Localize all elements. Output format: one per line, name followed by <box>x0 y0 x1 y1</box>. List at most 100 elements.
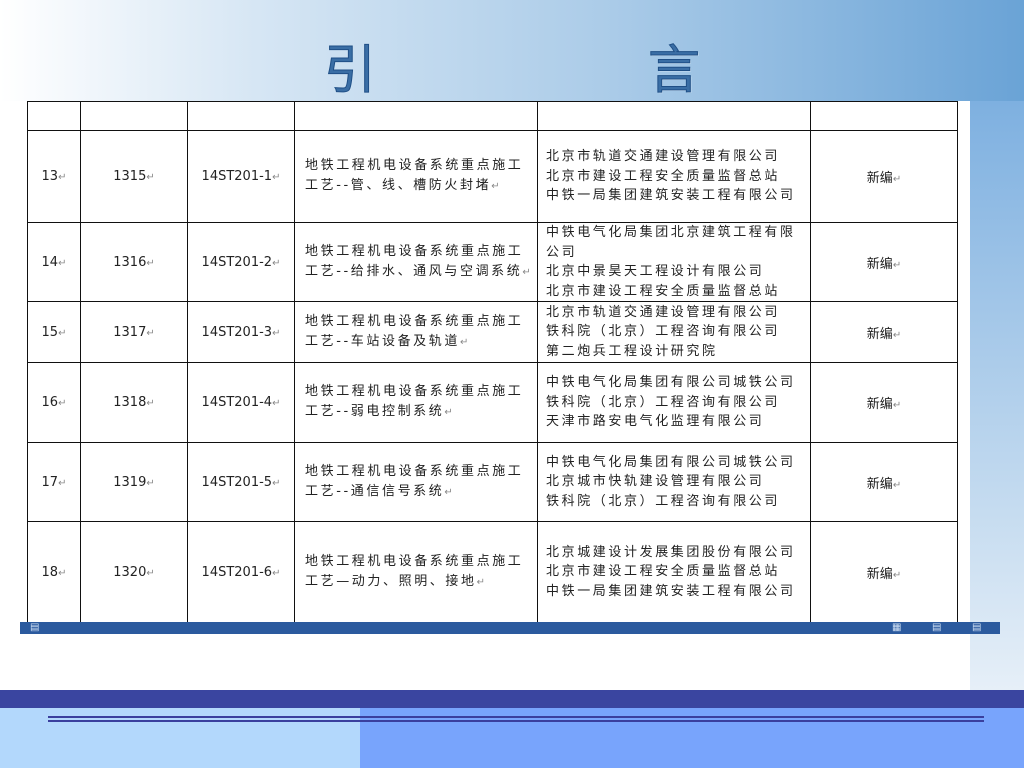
paragraph-mark-icon: ↵ <box>444 486 453 498</box>
cell-row-number: 16↵ <box>27 362 81 443</box>
table-row: 13↵ 1315↵ 14ST201-1↵ 地铁工程机电设备系统重点施工工艺--管、线、… <box>27 130 958 223</box>
paragraph-mark-icon: ↵ <box>146 327 155 339</box>
standards-table: 13↵ 1315↵ 14ST201-1↵ 地铁工程机电设备系统重点施工工艺--管、线、… <box>27 101 958 623</box>
organization: 北京城建设计发展集团股份有限公司 <box>546 544 796 560</box>
paragraph-mark-icon: ↵ <box>444 407 453 418</box>
paragraph-mark-icon: ↵ <box>58 257 67 269</box>
cell-row-number: 18↵ <box>27 521 81 623</box>
paragraph-mark-icon: ↵ <box>146 398 155 409</box>
cell-row-number: 13↵ <box>27 130 81 223</box>
row-number-text: 17 <box>41 474 59 490</box>
footer-band <box>0 690 1024 708</box>
paragraph-mark-icon: ↵ <box>476 576 485 588</box>
cell-standard-number: 14ST201-6↵ <box>187 521 295 623</box>
cell-standard-name: 地铁工程机电设备系统重点施工工艺--管、线、槽防火封堵↵ <box>294 130 538 223</box>
paragraph-mark-icon: ↵ <box>146 257 155 269</box>
table-row: 17↵ 1319↵ 14ST201-5↵ 地铁工程机电设备系统重点施工工艺--通信信号… <box>27 442 958 522</box>
organization: 北京市轨道交通建设管理有限公司 <box>546 149 781 165</box>
paragraph-mark-icon: ↵ <box>892 259 902 271</box>
cell-row-number: 14↵ <box>27 222 81 302</box>
margin-panel <box>957 126 970 622</box>
cell-code: 1318↵ <box>80 362 188 443</box>
paragraph-mark-icon: ↵ <box>58 398 67 409</box>
paragraph-mark-icon: ↵ <box>272 172 281 183</box>
paragraph-mark-icon: ↵ <box>272 327 281 339</box>
paragraph-mark-icon: ↵ <box>58 172 67 183</box>
view-print-layout-icon[interactable]: ▦ <box>892 622 901 634</box>
table-row: 14↵ 1316↵ 14ST201-2↵ 地铁工程机电设备系统重点施工工艺--给排水、… <box>27 222 958 302</box>
standard-name-text: 地铁工程机电设备系统重点施工工艺--通信信号系统 <box>305 463 524 499</box>
cell-code: 1316↵ <box>80 222 188 302</box>
organization: 北京市建设工程安全质量监督总站 <box>546 283 781 299</box>
standard-number-text: 14ST201-5 <box>201 474 273 490</box>
organization: 北京城市快轨建设管理有限公司 <box>546 474 765 490</box>
paragraph-mark-icon: ↵ <box>892 569 902 581</box>
organization: 北京市建设工程安全质量监督总站 <box>546 564 781 580</box>
slide-title: 引 言 <box>323 41 810 102</box>
paragraph-mark-icon: ↵ <box>272 567 281 579</box>
cell-organizations: 北京城建设计发展集团股份有限公司 北京市建设工程安全质量监督总站 中铁一局集团建筑安… <box>537 521 811 623</box>
organization: 铁科院（北京）工程咨询有限公司 <box>546 493 781 509</box>
cell-standard-name: 地铁工程机电设备系统重点施工工艺--车站设备及轨道↵ <box>294 301 538 363</box>
cell-edition-type: 新编↵ <box>810 442 958 522</box>
cell-edition-type: 新编↵ <box>810 301 958 363</box>
cell-code: 1319↵ <box>80 442 188 522</box>
organization: 北京市轨道交通建设管理有限公司 <box>546 304 781 320</box>
cell-edition-type: 新编↵ <box>810 130 958 223</box>
row-number-text: 15 <box>41 324 59 340</box>
slide-header: 引 言 <box>0 0 1024 102</box>
cell-edition-type: 新编↵ <box>810 521 958 623</box>
row-number-text: 16 <box>41 395 59 410</box>
edition-type-text: 新编 <box>866 476 893 492</box>
paragraph-mark-icon: ↵ <box>58 567 67 579</box>
paragraph-mark-icon: ↵ <box>146 477 155 489</box>
standard-number-text: 14ST201-3 <box>201 324 273 340</box>
cell-organizations: 北京市轨道交通建设管理有限公司 北京市建设工程安全质量监督总站 中铁一局集团建筑安装… <box>537 130 811 223</box>
view-web-icon[interactable]: ▤ <box>972 622 981 634</box>
organization: 中铁电气化局集团北京建筑工程有限公司 <box>546 225 796 260</box>
standard-name-text: 地铁工程机电设备系统重点施工工艺--弱电控制系统 <box>305 384 524 419</box>
standard-number-text: 14ST201-2 <box>201 254 273 270</box>
row-number-text: 14 <box>41 254 59 270</box>
code-text: 1315 <box>113 169 147 184</box>
paragraph-mark-icon: ↵ <box>58 327 67 339</box>
code-text: 1317 <box>113 324 147 340</box>
row-number-text: 18 <box>41 564 59 580</box>
paragraph-mark-icon: ↵ <box>892 174 902 185</box>
view-fullscreen-icon[interactable]: ▤ <box>932 622 941 634</box>
standard-number-text: 14ST201-6 <box>201 564 273 580</box>
table-row: 16↵ 1318↵ 14ST201-4↵ 地铁工程机电设备系统重点施工工艺--弱电控制… <box>27 362 958 443</box>
organization: 中铁电气化局集团有限公司城铁公司 <box>546 454 796 470</box>
organization: 中铁一局集团建筑安装工程有限公司 <box>546 188 796 204</box>
organization: 铁科院（北京）工程咨询有限公司 <box>546 324 781 340</box>
row-number-text: 13 <box>41 169 59 184</box>
table-row-partial <box>27 101 958 131</box>
edition-type-text: 新编 <box>866 171 893 186</box>
table-row: 18↵ 1320↵ 14ST201-6↵ 地铁工程机电设备系统重点施工工艺—动力、照明… <box>27 521 958 623</box>
standard-name-text: 地铁工程机电设备系统重点施工工艺--车站设备及轨道 <box>305 313 524 349</box>
cell-organizations: 中铁电气化局集团有限公司城铁公司 铁科院（北京）工程咨询有限公司 天津市路安电气化监… <box>537 362 811 443</box>
edition-type-text: 新编 <box>866 397 893 412</box>
code-text: 1316 <box>113 254 147 270</box>
cell-row-number: 15↵ <box>27 301 81 363</box>
cell-organizations: 中铁电气化局集团有限公司城铁公司 北京城市快轨建设管理有限公司 铁科院（北京）工程咨… <box>537 442 811 522</box>
standard-name-text: 地铁工程机电设备系统重点施工工艺—动力、照明、接地 <box>305 553 524 589</box>
cell-code: 1320↵ <box>80 521 188 623</box>
footer-line <box>48 716 984 718</box>
cell-standard-name: 地铁工程机电设备系统重点施工工艺--给排水、通风与空调系统↵ <box>294 222 538 302</box>
paragraph-mark-icon: ↵ <box>272 477 281 489</box>
footer-line <box>48 720 984 722</box>
cell-code: 1317↵ <box>80 301 188 363</box>
paragraph-mark-icon: ↵ <box>892 329 902 341</box>
status-bar: ▤ ▦ ▤ ▤ <box>20 622 1000 634</box>
cell-standard-number: 14ST201-1↵ <box>187 130 295 223</box>
edition-type-text: 新编 <box>866 256 893 272</box>
cell-row-number: 17↵ <box>27 442 81 522</box>
doc-icon: ▤ <box>30 622 40 633</box>
code-text: 1319 <box>113 474 147 490</box>
paragraph-mark-icon: ↵ <box>146 567 155 579</box>
organization: 北京中景昊天工程设计有限公司 <box>546 264 765 279</box>
organization: 第二炮兵工程设计研究院 <box>546 343 718 359</box>
organization: 中铁电气化局集团有限公司城铁公司 <box>546 375 796 391</box>
code-text: 1320 <box>113 564 147 580</box>
